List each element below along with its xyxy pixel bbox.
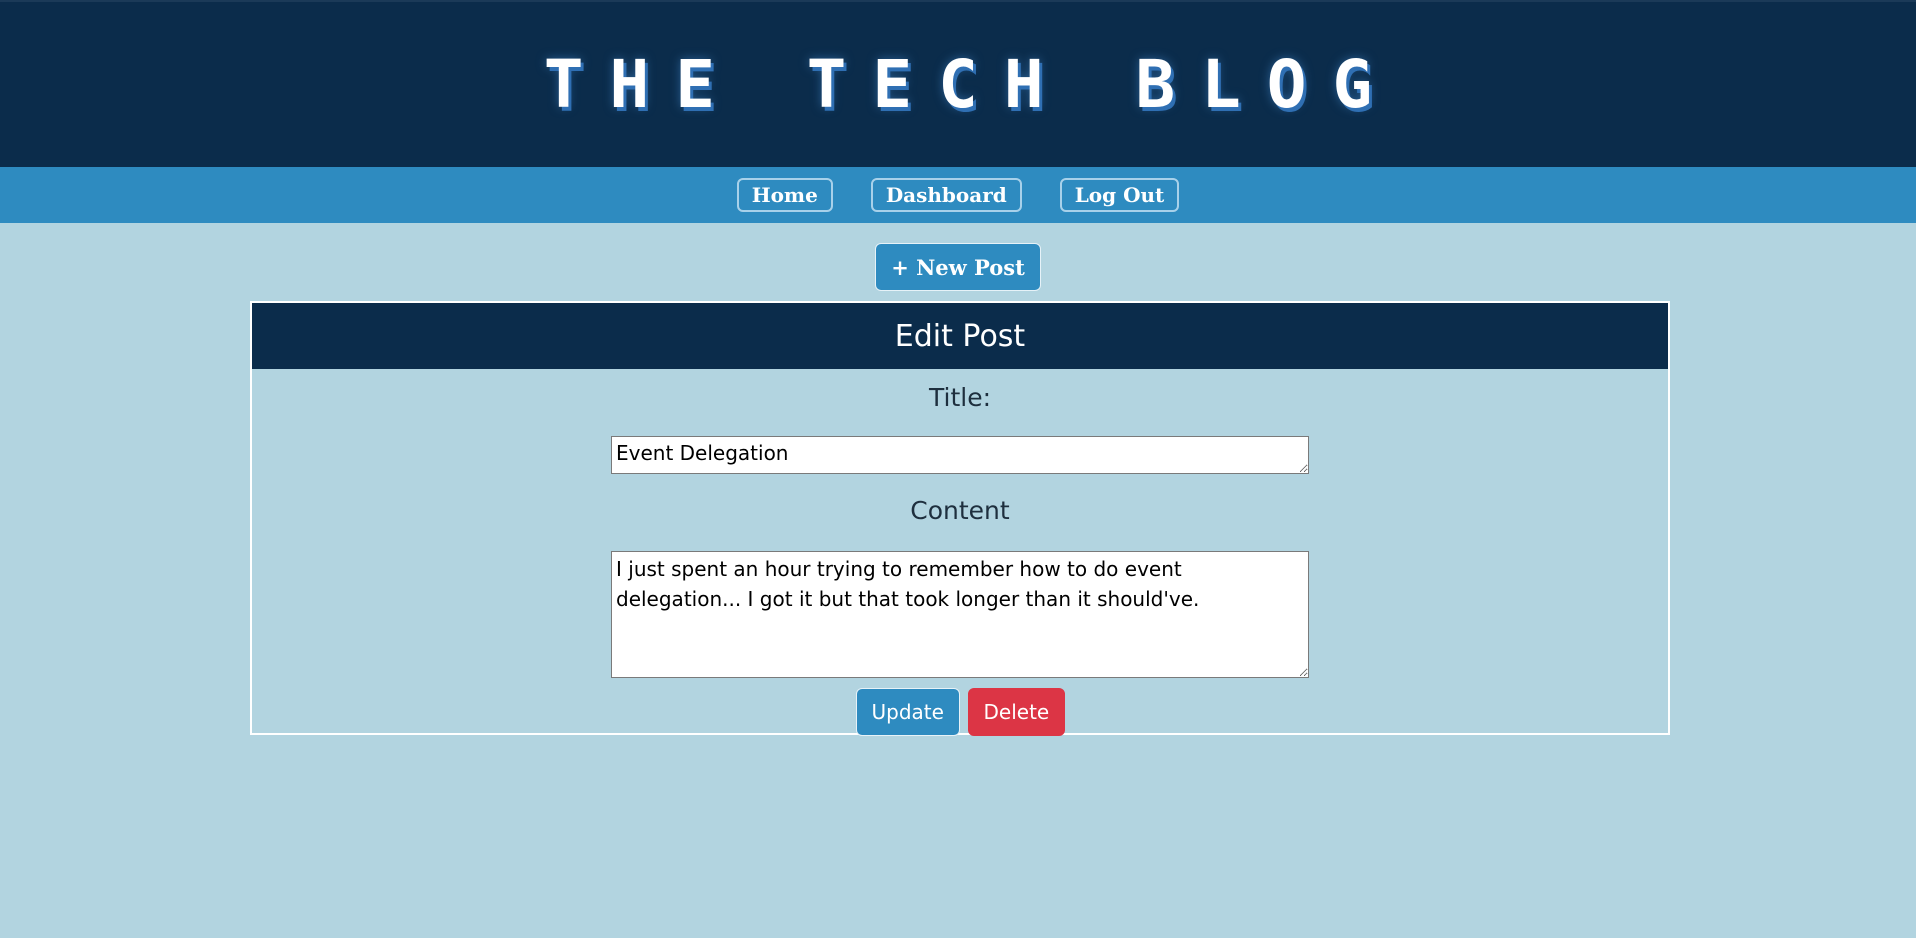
- new-post-row: + New Post: [0, 243, 1916, 291]
- delete-button[interactable]: Delete: [967, 688, 1065, 736]
- title-label: Title:: [929, 383, 991, 412]
- site-title: THE TECH BLOG: [543, 45, 1399, 123]
- navbar: Home Dashboard Log Out: [0, 167, 1916, 223]
- edit-post-form: Title: Event Delegation Content I just s…: [252, 369, 1668, 736]
- edit-post-card: Edit Post Title: Event Delegation Conten…: [250, 301, 1670, 736]
- edit-post-heading: Edit Post: [894, 318, 1026, 354]
- nav-home-link[interactable]: Home: [736, 178, 833, 212]
- content-label: Content: [910, 496, 1010, 525]
- site-header: THE TECH BLOG: [0, 0, 1916, 167]
- nav-dashboard-link[interactable]: Dashboard: [870, 178, 1022, 212]
- content-input[interactable]: I just spent an hour trying to remember …: [611, 551, 1309, 678]
- update-button[interactable]: Update: [855, 688, 960, 736]
- nav-logout-link[interactable]: Log Out: [1059, 178, 1180, 212]
- form-actions: Update Delete: [855, 688, 1065, 736]
- title-input[interactable]: Event Delegation: [611, 436, 1309, 474]
- edit-post-card-header: Edit Post: [252, 303, 1668, 369]
- new-post-button[interactable]: + New Post: [875, 243, 1041, 291]
